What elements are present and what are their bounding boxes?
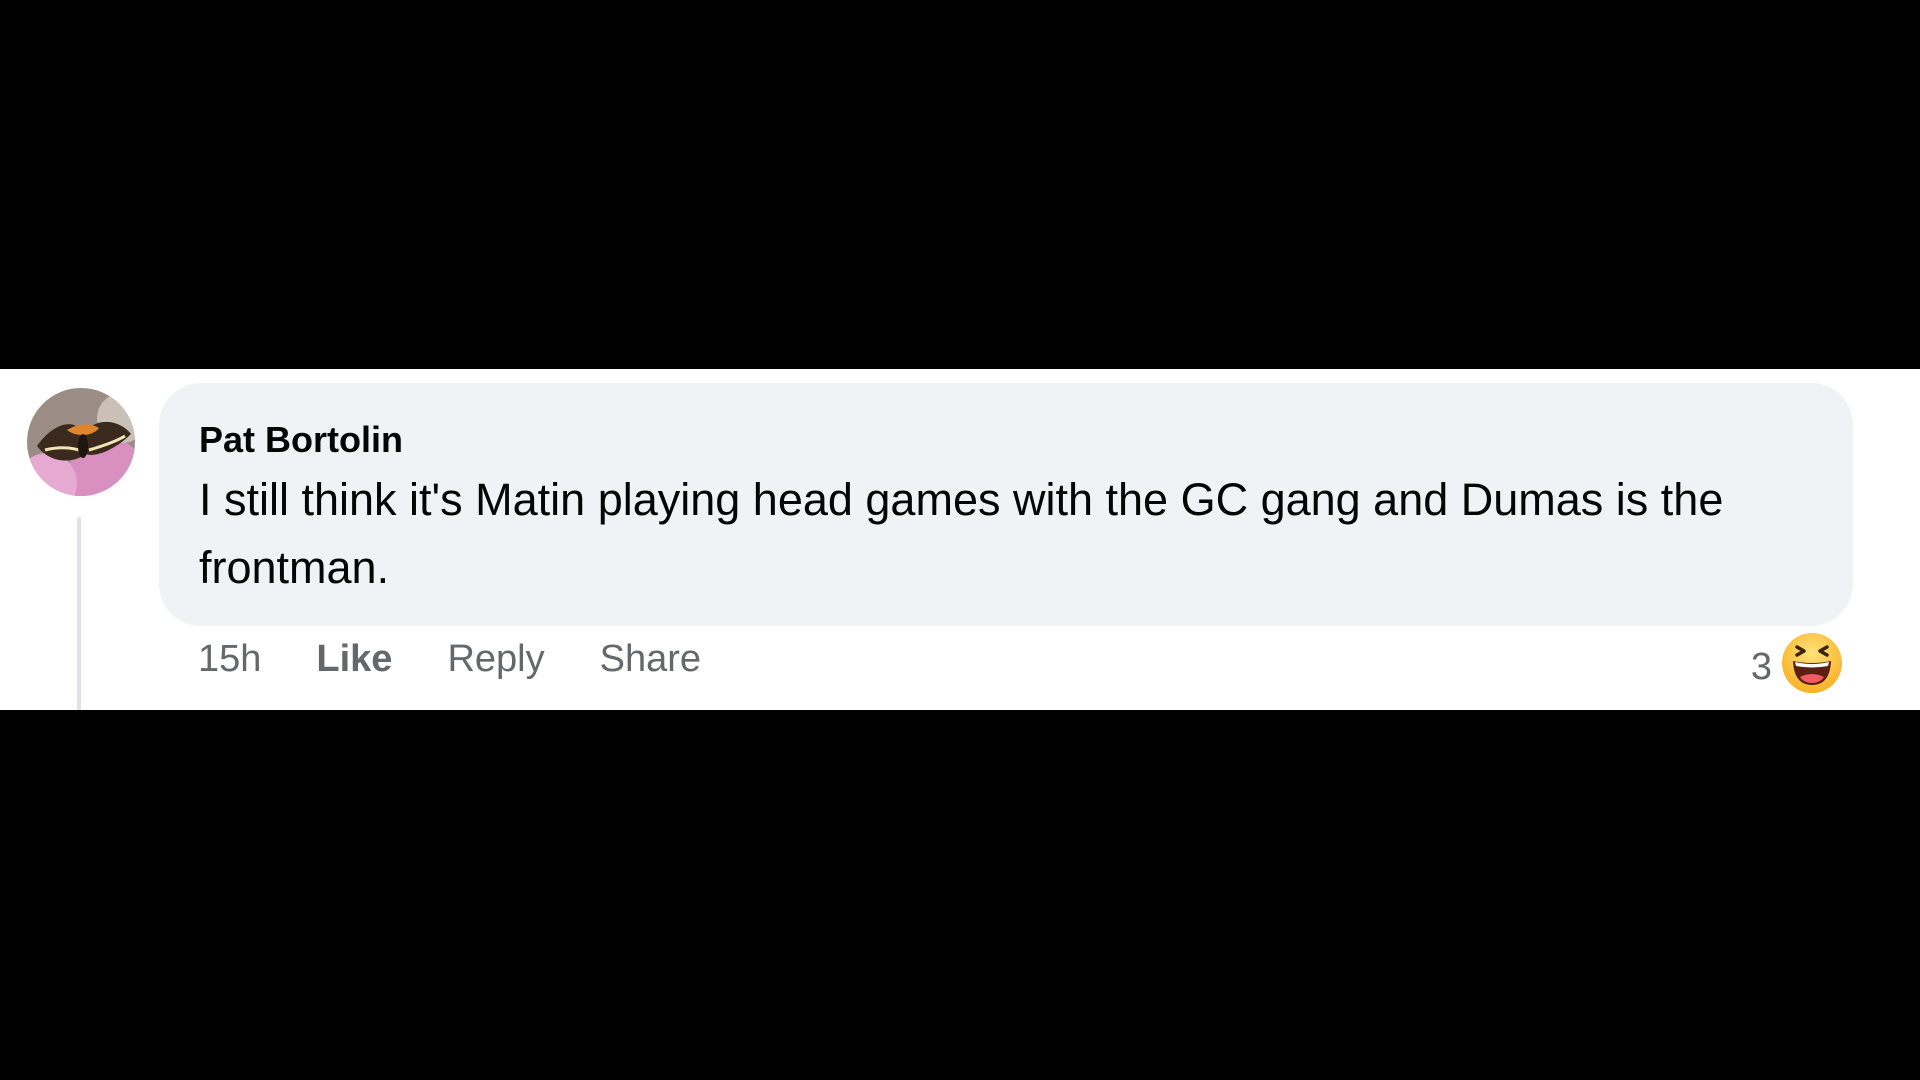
thread-line [77, 517, 81, 710]
comment-bubble: Pat Bortolin I still think it's Matin pl… [159, 383, 1853, 626]
haha-emoji-icon [1782, 633, 1842, 693]
comment-panel: Pat Bortolin I still think it's Matin pl… [0, 369, 1920, 710]
comment-text: I still think it's Matin playing head ga… [199, 474, 1724, 593]
reactions-summary[interactable]: 3 [1751, 631, 1844, 695]
comment-actions: 15h Like Reply Share [198, 634, 756, 684]
reaction-count: 3 [1750, 645, 1772, 688]
comment-author[interactable]: Pat Bortolin [199, 416, 1813, 464]
avatar[interactable] [27, 388, 135, 496]
reply-button[interactable]: Reply [447, 638, 544, 681]
share-button[interactable]: Share [600, 638, 701, 681]
comment-timestamp[interactable]: 15h [198, 638, 261, 681]
like-button[interactable]: Like [316, 638, 392, 681]
butterfly-avatar-icon [27, 388, 135, 496]
